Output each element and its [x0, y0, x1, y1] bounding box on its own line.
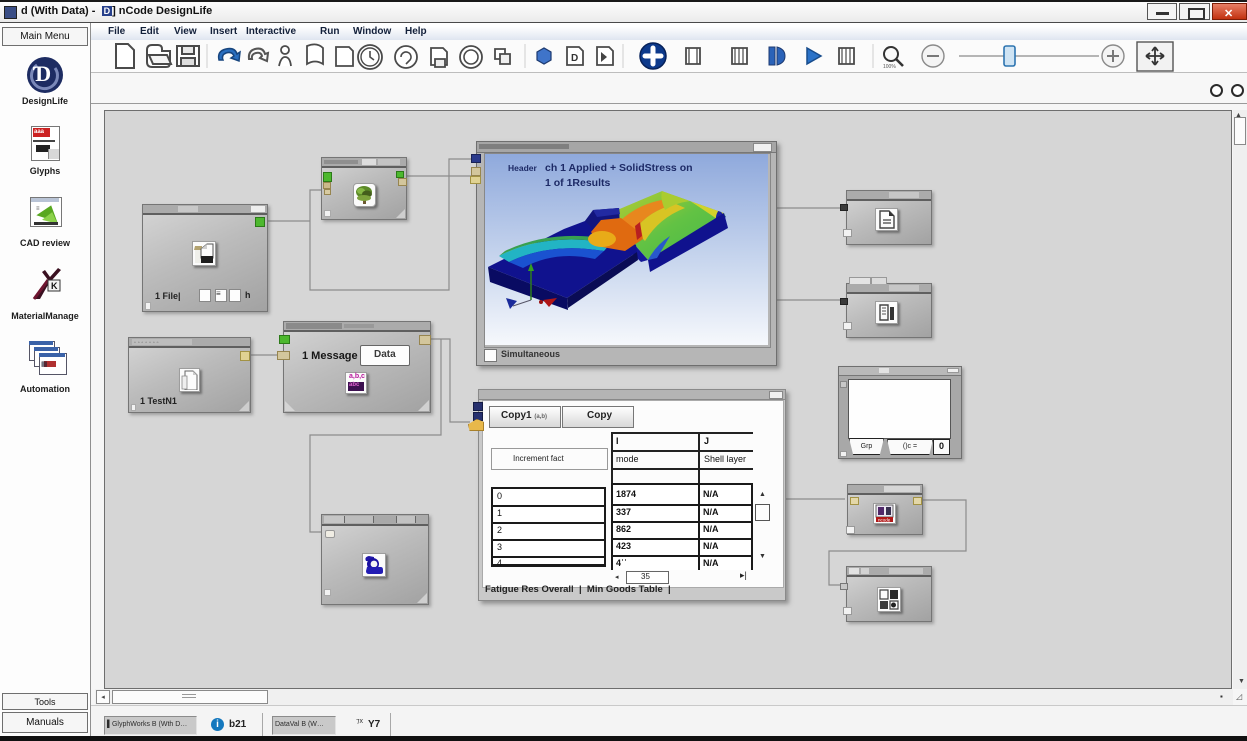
svg-text:100%: 100%: [883, 64, 896, 70]
svg-text:1 of 1Results: 1 of 1Results: [545, 177, 611, 189]
svg-text:K: K: [51, 281, 58, 291]
svg-text:D: D: [571, 53, 578, 64]
svg-text:Header: Header: [508, 163, 538, 173]
svg-text:ncode: ncode: [878, 518, 891, 523]
svg-text:ch 1 Applied + SolidStress on: ch 1 Applied + SolidStress on: [545, 162, 693, 174]
